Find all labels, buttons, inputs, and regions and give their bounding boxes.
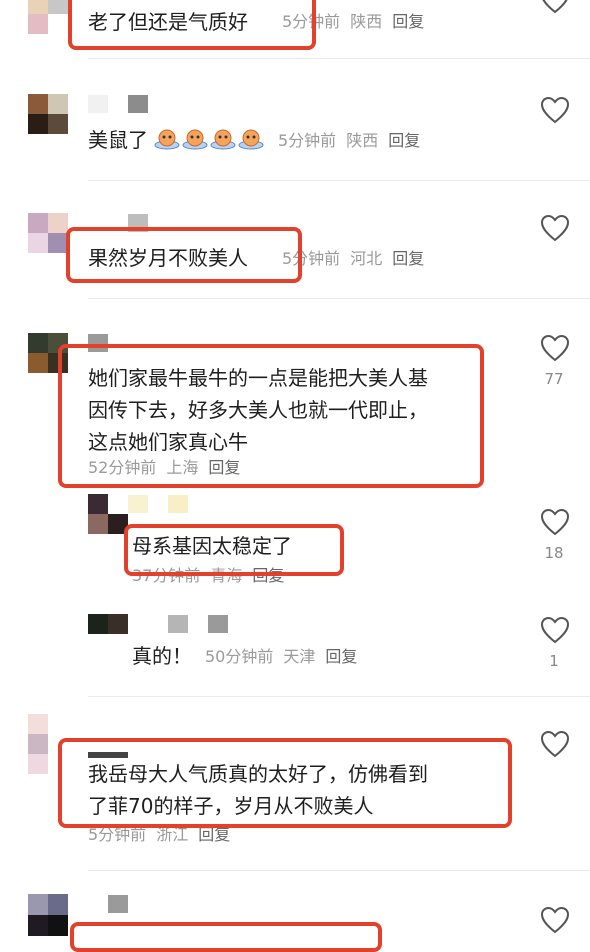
- avatar[interactable]: [28, 213, 68, 253]
- username[interactable]: [88, 95, 108, 113]
- like-count: 18: [544, 544, 564, 562]
- highlight-box: [66, 227, 302, 283]
- avatar[interactable]: [88, 494, 128, 534]
- comment-text: 美鼠了: [88, 124, 266, 156]
- avatar[interactable]: [28, 894, 68, 936]
- heart-icon[interactable]: [540, 508, 570, 536]
- heart-icon[interactable]: [540, 0, 570, 14]
- reply-button[interactable]: 回复: [325, 647, 357, 666]
- highlight-box: [124, 524, 344, 576]
- username[interactable]: [128, 495, 148, 513]
- username[interactable]: [108, 895, 128, 913]
- heart-icon[interactable]: [540, 214, 570, 242]
- divider: [88, 58, 590, 59]
- heart-icon[interactable]: [540, 616, 570, 644]
- divider: [88, 180, 590, 181]
- comment-meta: 50分钟前 天津 回复: [205, 647, 358, 666]
- like-count: 1: [549, 652, 559, 670]
- username[interactable]: [128, 95, 148, 113]
- reply-button[interactable]: 回复: [388, 131, 420, 150]
- username[interactable]: [168, 615, 188, 633]
- comment-meta: 5分钟前 浙江 回复: [88, 825, 231, 844]
- username[interactable]: [208, 615, 228, 633]
- reply-button[interactable]: 回复: [392, 249, 424, 268]
- reply-button[interactable]: 回复: [392, 12, 424, 31]
- melting-face-emoji: [154, 128, 266, 152]
- username[interactable]: [168, 495, 188, 513]
- highlight-box: [70, 922, 382, 952]
- divider: [88, 696, 590, 697]
- highlight-box: [68, 0, 316, 50]
- like-count: 77: [544, 370, 564, 388]
- highlight-box: [58, 344, 484, 488]
- comment-meta: 5分钟前 河北 回复: [282, 249, 425, 268]
- heart-icon[interactable]: [540, 96, 570, 124]
- avatar[interactable]: [28, 94, 68, 134]
- highlight-box: [58, 738, 512, 828]
- comment-text: 真的！: [132, 644, 192, 668]
- divider: [88, 298, 590, 299]
- heart-icon[interactable]: [540, 334, 570, 362]
- comment-meta: 5分钟前 陕西 回复: [278, 131, 421, 150]
- avatar[interactable]: [88, 614, 128, 634]
- heart-icon[interactable]: [540, 906, 570, 934]
- heart-icon[interactable]: [540, 730, 570, 758]
- avatar[interactable]: [28, 0, 68, 34]
- divider: [88, 870, 590, 871]
